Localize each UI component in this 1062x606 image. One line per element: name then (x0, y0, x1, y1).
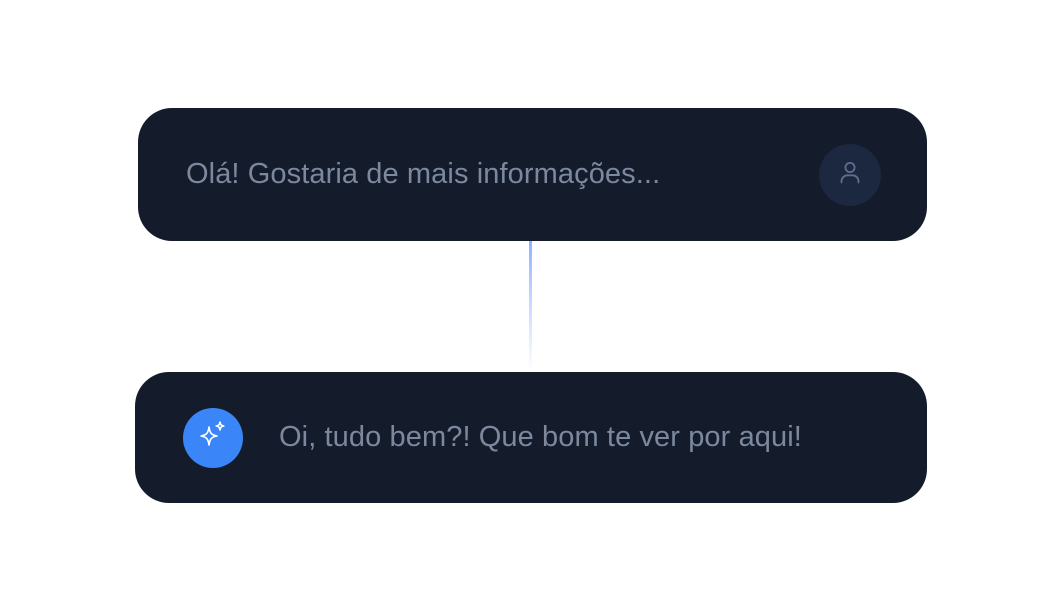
user-message-text: Olá! Gostaria de mais informações... (186, 158, 661, 190)
user-icon (837, 159, 863, 190)
sparkles-icon (196, 418, 230, 457)
ai-message-bubble: Oi, tudo bem?! Que bom te ver por aqui! (135, 372, 927, 503)
message-connector-line (529, 241, 532, 372)
ai-message-text: Oi, tudo bem?! Que bom te ver por aqui! (279, 421, 802, 453)
ai-avatar (183, 407, 243, 468)
user-message-bubble: Olá! Gostaria de mais informações... (138, 108, 927, 241)
user-avatar (819, 143, 881, 206)
chat-illustration: Olá! Gostaria de mais informações... Oi,… (0, 0, 1062, 606)
